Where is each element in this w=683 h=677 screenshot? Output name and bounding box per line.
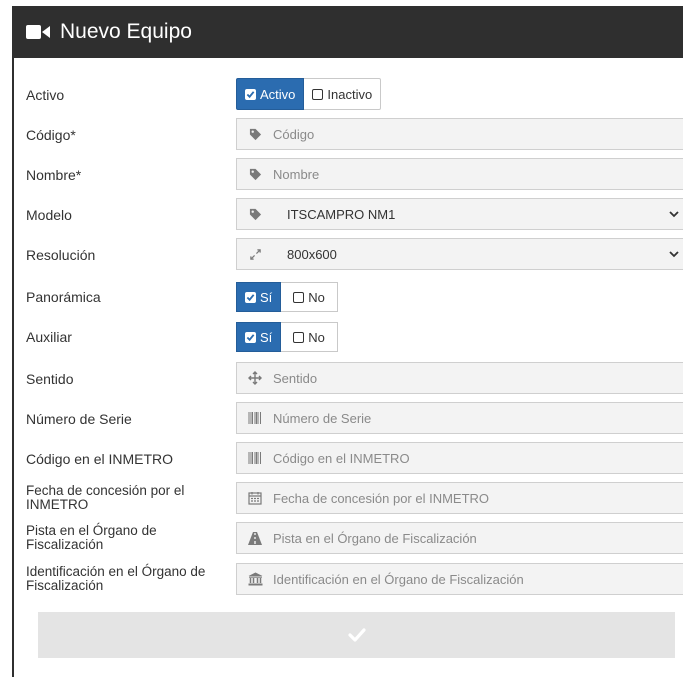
- sentido-placeholder: Sentido: [273, 370, 318, 386]
- barcode-icon: [247, 410, 263, 426]
- tag-icon: [247, 126, 263, 142]
- activo-option-activo[interactable]: Activo: [236, 78, 305, 110]
- checkbox-unchecked-icon: [312, 88, 324, 100]
- road-icon: [247, 530, 263, 546]
- pista-input[interactable]: Pista en el Órgano de Fiscalización: [236, 522, 683, 554]
- tag-icon: [247, 166, 263, 182]
- panel-header: Nuevo Equipo: [12, 6, 683, 58]
- no-option-label: No: [308, 289, 325, 305]
- identificacion-placeholder: Identificación en el Órgano de Fiscaliza…: [273, 571, 524, 587]
- tag-icon: [247, 206, 263, 222]
- nombre-placeholder: Nombre: [273, 166, 320, 182]
- auxiliar-option-si[interactable]: Sí: [236, 322, 282, 352]
- no-option-label: No: [308, 329, 325, 345]
- resolucion-select[interactable]: 800x600: [236, 238, 683, 270]
- nombre-input[interactable]: Nombre: [236, 158, 683, 190]
- label-identificacion: Identificación en el Órgano de Fiscaliza…: [26, 564, 206, 593]
- pista-placeholder: Pista en el Órgano de Fiscalización: [273, 530, 477, 546]
- numero-serie-placeholder: Número de Serie: [273, 410, 372, 426]
- checkbox-unchecked-icon: [293, 331, 305, 343]
- activo-option-inactivo[interactable]: Inactivo: [304, 78, 382, 110]
- codigo-inmetro-input[interactable]: Código en el INMETRO: [236, 442, 683, 474]
- auxiliar-toggle: Sí No: [236, 322, 338, 352]
- submit-button[interactable]: [38, 612, 675, 658]
- checkbox-checked-icon: [245, 331, 256, 343]
- identificacion-input[interactable]: Identificación en el Órgano de Fiscaliza…: [236, 563, 683, 595]
- activo-option-label: Activo: [260, 86, 296, 102]
- label-activo: Activo: [26, 87, 65, 103]
- page-title: Nuevo Equipo: [60, 20, 192, 43]
- fecha-concesion-input[interactable]: Fecha de concesión por el INMETRO: [236, 482, 683, 514]
- check-icon: [347, 628, 366, 642]
- chevron-down-icon: [669, 251, 679, 258]
- label-panoramica: Panorámica: [26, 289, 101, 305]
- label-modelo: Modelo: [26, 207, 72, 223]
- label-auxiliar: Auxiliar: [26, 329, 72, 345]
- label-codigo: Código*: [26, 127, 76, 143]
- calendar-icon: [247, 490, 263, 506]
- activo-toggle: Activo Inactivo: [236, 78, 382, 110]
- auxiliar-option-no[interactable]: No: [281, 322, 338, 352]
- fecha-concesion-placeholder: Fecha de concesión por el INMETRO: [273, 490, 490, 506]
- expand-icon: [247, 246, 263, 262]
- video-camera-icon: [26, 25, 50, 39]
- panoramica-option-si[interactable]: Sí: [236, 282, 282, 312]
- panoramica-toggle: Sí No: [236, 282, 338, 312]
- label-sentido: Sentido: [26, 371, 74, 387]
- barcode-icon: [247, 450, 263, 466]
- modelo-select[interactable]: ITSCAMPRO NM1: [236, 198, 683, 230]
- label-resolucion: Resolución: [26, 247, 96, 263]
- checkbox-checked-icon: [245, 291, 256, 303]
- arrows-icon: [247, 370, 263, 386]
- inactivo-option-label: Inactivo: [327, 86, 373, 102]
- checkbox-checked-icon: [245, 88, 256, 100]
- checkbox-unchecked-icon: [293, 291, 305, 303]
- modelo-value: ITSCAMPRO NM1: [287, 206, 396, 222]
- codigo-placeholder: Código: [273, 126, 315, 142]
- institution-icon: [247, 571, 263, 587]
- codigo-input[interactable]: Código: [236, 118, 683, 150]
- label-nombre: Nombre*: [26, 167, 82, 183]
- sentido-input[interactable]: Sentido: [236, 362, 683, 394]
- chevron-down-icon: [669, 211, 679, 218]
- panoramica-option-no[interactable]: No: [281, 282, 338, 312]
- si-option-label: Sí: [260, 289, 273, 305]
- label-numero-serie: Número de Serie: [26, 411, 132, 427]
- codigo-inmetro-placeholder: Código en el INMETRO: [273, 450, 410, 466]
- label-pista: Pista en el Órgano de Fiscalización: [26, 523, 157, 552]
- numero-serie-input[interactable]: Número de Serie: [236, 402, 683, 434]
- si-option-label: Sí: [260, 329, 273, 345]
- label-codigo-inmetro: Código en el INMETRO: [26, 451, 174, 467]
- label-fecha-concesion: Fecha de concesión por el INMETRO: [26, 483, 185, 512]
- resolucion-value: 800x600: [287, 246, 337, 262]
